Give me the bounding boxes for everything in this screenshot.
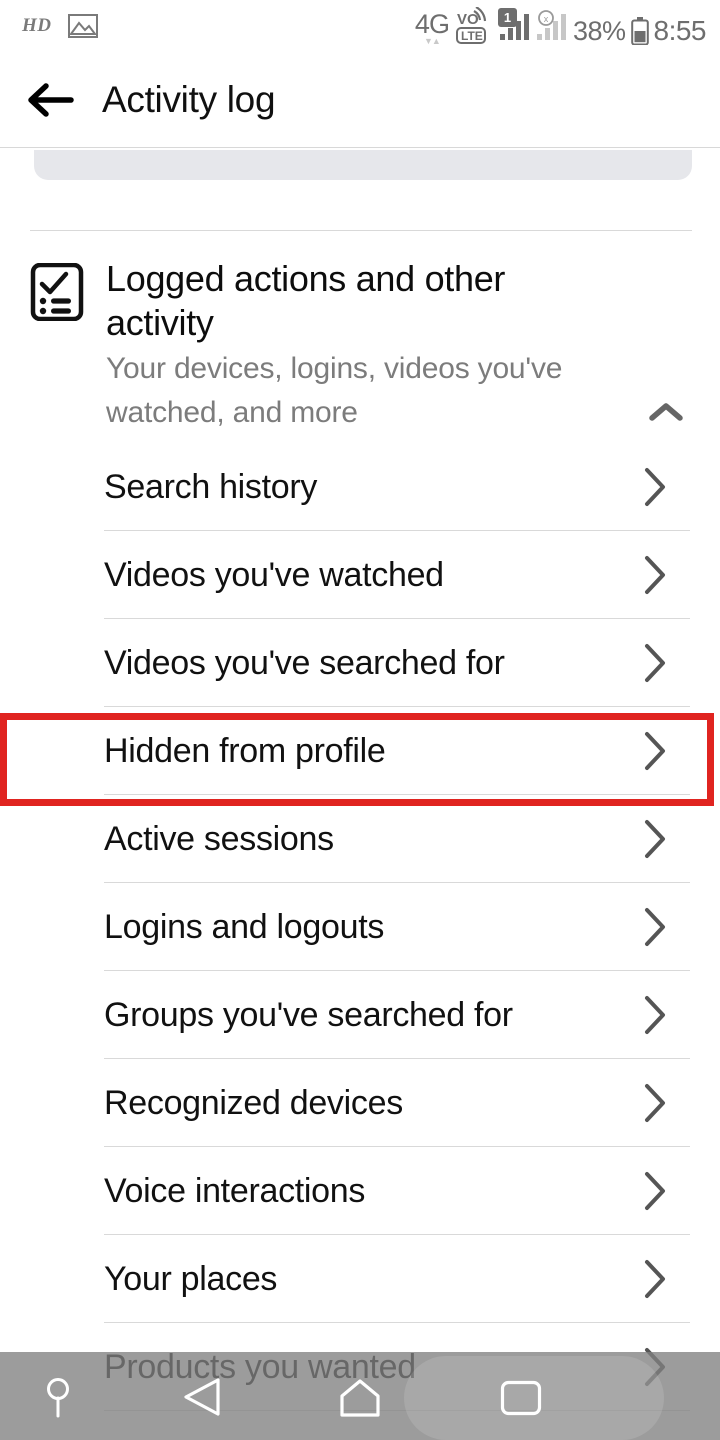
chevron-right-icon bbox=[642, 818, 668, 860]
list-item-label: Voice interactions bbox=[104, 1171, 366, 1210]
list-item-groups-searched[interactable]: Groups you've searched for bbox=[104, 971, 690, 1059]
list-item-label: Logins and logouts bbox=[104, 907, 385, 946]
battery-icon bbox=[630, 17, 649, 46]
sim-badge: 1 bbox=[497, 8, 517, 27]
status-bar-left: HD bbox=[22, 14, 98, 38]
chevron-right-icon bbox=[642, 642, 668, 684]
list-item-your-places[interactable]: Your places bbox=[104, 1235, 690, 1323]
list-item-search-history[interactable]: Search history bbox=[104, 443, 690, 531]
section-texts: Logged actions and other activity Your d… bbox=[106, 257, 646, 435]
list-item-label: Hidden from profile bbox=[104, 731, 386, 770]
chevron-right-icon bbox=[642, 1082, 668, 1124]
list-item-logins-logouts[interactable]: Logins and logouts bbox=[104, 883, 690, 971]
chevron-right-icon bbox=[642, 730, 668, 772]
status-bar: HD 4G ▼▲ VO LTE 1 x 38% 8:55 bbox=[0, 0, 720, 52]
battery-percent: 38% bbox=[572, 16, 626, 46]
svg-text:x: x bbox=[544, 14, 549, 24]
activity-list: Search history Videos you've watched Vid… bbox=[0, 443, 720, 1411]
list-item-label: Active sessions bbox=[104, 819, 334, 858]
chevron-right-icon bbox=[642, 466, 668, 508]
chevron-right-icon bbox=[642, 906, 668, 948]
network-type-indicator: 4G ▼▲ bbox=[414, 9, 450, 46]
scroll-content[interactable]: Logged actions and other activity Your d… bbox=[0, 147, 720, 1440]
picture-icon bbox=[67, 14, 98, 38]
section-title: Logged actions and other activity bbox=[106, 258, 506, 343]
app-header: Activity log bbox=[0, 52, 720, 147]
chevron-right-icon bbox=[642, 554, 668, 596]
section-logged-actions[interactable]: Logged actions and other activity Your d… bbox=[0, 231, 720, 443]
status-bar-right: 4G ▼▲ VO LTE 1 x 38% 8:55 bbox=[414, 7, 707, 46]
signal-bars-sim1-icon: 1 bbox=[497, 8, 531, 45]
checklist-clipboard-icon bbox=[30, 262, 84, 322]
list-item-label: Videos you've searched for bbox=[104, 643, 505, 682]
back-arrow-icon[interactable] bbox=[26, 80, 74, 120]
list-item-voice-interactions[interactable]: Voice interactions bbox=[104, 1147, 690, 1235]
hd-indicator: HD bbox=[22, 15, 52, 36]
chevron-right-icon bbox=[642, 994, 668, 1036]
signal-bars-sim2-nosignal-icon: x bbox=[536, 10, 568, 45]
navbar-home-icon[interactable] bbox=[338, 1378, 382, 1418]
list-item-label: Groups you've searched for bbox=[104, 995, 513, 1034]
list-item-recognized-devices[interactable]: Recognized devices bbox=[104, 1059, 690, 1147]
list-item-label: Recognized devices bbox=[104, 1083, 403, 1122]
list-item-label: Search history bbox=[104, 467, 318, 506]
navbar-back-icon[interactable] bbox=[180, 1376, 224, 1418]
chevron-up-icon[interactable] bbox=[646, 399, 686, 425]
list-item-hidden-from-profile[interactable]: Hidden from profile bbox=[104, 707, 690, 795]
list-item-videos-searched[interactable]: Videos you've searched for bbox=[104, 619, 690, 707]
list-item-label: Videos you've watched bbox=[104, 555, 444, 594]
svg-text:LTE: LTE bbox=[461, 29, 483, 43]
scrolled-search-card[interactable] bbox=[34, 150, 692, 180]
chevron-right-icon bbox=[642, 1258, 668, 1300]
clock: 8:55 bbox=[653, 15, 707, 46]
list-item-videos-watched[interactable]: Videos you've watched bbox=[104, 531, 690, 619]
volte-icon: VO LTE bbox=[454, 7, 494, 45]
chevron-right-icon bbox=[642, 1170, 668, 1212]
navbar-recents-icon[interactable] bbox=[500, 1380, 542, 1416]
phone-screen: HD 4G ▼▲ VO LTE 1 x 38% 8:55 Activity lo… bbox=[0, 0, 720, 1440]
list-item-label: Your places bbox=[104, 1259, 278, 1298]
list-item-active-sessions[interactable]: Active sessions bbox=[104, 795, 690, 883]
section-subtitle: Your devices, logins, videos you've watc… bbox=[106, 352, 563, 429]
system-navigation-bar bbox=[0, 1352, 720, 1440]
navbar-keep-pin-icon[interactable] bbox=[44, 1376, 72, 1418]
data-arrows-icon: ▼▲ bbox=[424, 36, 441, 46]
page-title: Activity log bbox=[102, 78, 276, 120]
